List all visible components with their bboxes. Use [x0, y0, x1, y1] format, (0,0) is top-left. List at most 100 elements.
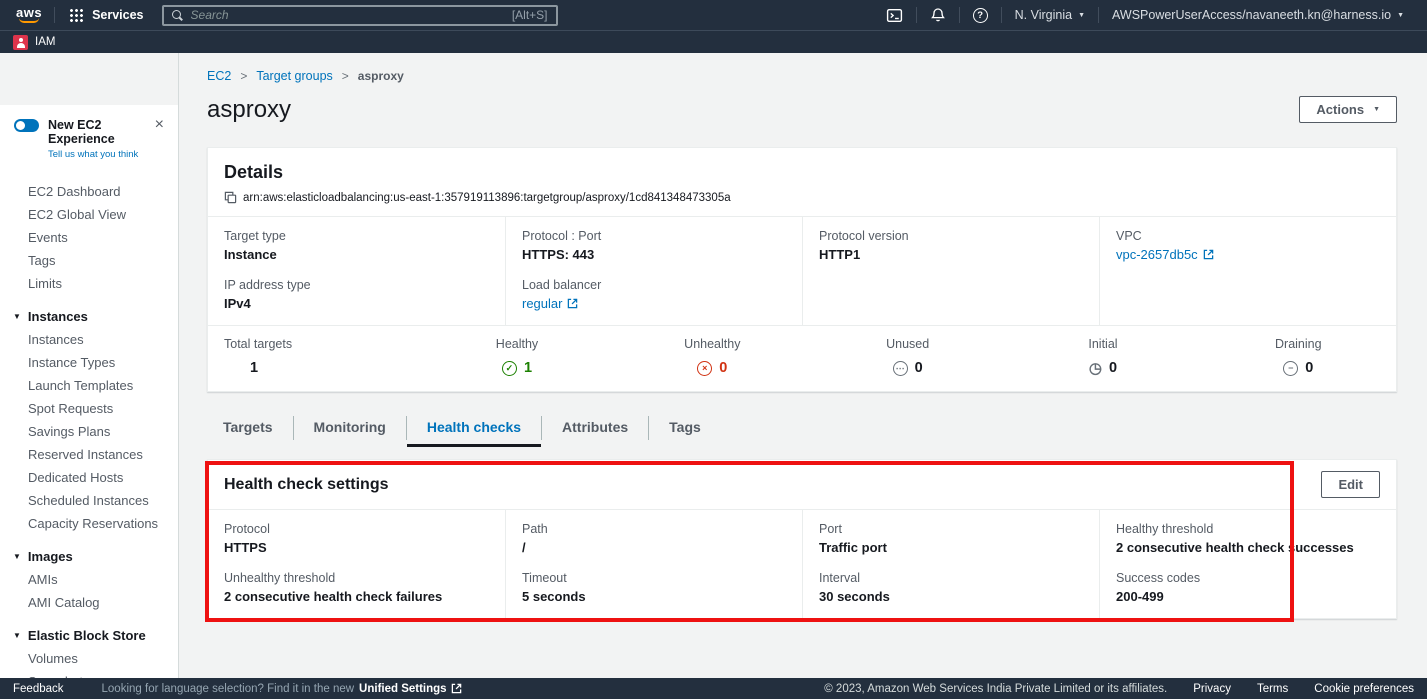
breadcrumb: EC2 > Target groups > asproxy [207, 69, 1397, 83]
tab-monitoring[interactable]: Monitoring [294, 409, 406, 447]
sidebar-item-ami-catalog[interactable]: AMI Catalog [0, 591, 178, 614]
search-input[interactable] [191, 8, 504, 22]
sidebar-item-spot-requests[interactable]: Spot Requests [0, 397, 178, 420]
field-value: IPv4 [224, 296, 489, 311]
field-label: Load balancer [522, 278, 786, 292]
field-label: Timeout [522, 571, 786, 585]
caret-down-icon: ▼ [13, 631, 21, 640]
favorites-bar: IAM [0, 30, 1427, 53]
copyright-text: © 2023, Amazon Web Services India Privat… [824, 683, 1167, 695]
field-label: Interval [819, 571, 1083, 585]
help-button[interactable]: ? [960, 8, 1001, 23]
sidebar-item-dedicated-hosts[interactable]: Dedicated Hosts [0, 466, 178, 489]
stat-label: Unhealthy [684, 337, 740, 351]
external-link-icon [1203, 249, 1214, 260]
feedback-button[interactable]: Feedback [13, 683, 64, 695]
unified-settings-link[interactable]: Unified Settings [359, 683, 462, 695]
sidebar-item-savings-plans[interactable]: Savings Plans [0, 420, 178, 443]
breadcrumb-target-groups[interactable]: Target groups [256, 69, 332, 83]
tab-bar: Targets Monitoring Health checks Attribu… [223, 409, 1397, 447]
stat-value: 1 [524, 360, 532, 376]
load-balancer-link[interactable]: regular [522, 296, 578, 311]
new-experience-toggle[interactable] [14, 119, 39, 132]
sidebar-item-volumes[interactable]: Volumes [0, 647, 178, 670]
stat-value: 0 [719, 360, 727, 376]
link-label: vpc-2657db5c [1116, 247, 1198, 262]
field-value: 200-499 [1116, 589, 1380, 604]
tab-tags[interactable]: Tags [649, 409, 721, 447]
sidebar-panel: New EC2 Experience Tell us what you thin… [0, 105, 178, 678]
sidebar-item-instance-types[interactable]: Instance Types [0, 351, 178, 374]
tab-health-checks[interactable]: Health checks [407, 409, 541, 447]
field-value: 5 seconds [522, 589, 786, 604]
field-label: Protocol [224, 522, 489, 536]
region-selector[interactable]: N. Virginia ▼ [1002, 8, 1098, 22]
cookie-preferences-link[interactable]: Cookie preferences [1314, 683, 1414, 695]
field-label: Target type [224, 229, 489, 243]
sidebar-item-events[interactable]: Events [0, 226, 178, 249]
privacy-link[interactable]: Privacy [1193, 683, 1231, 695]
unused-stat: Unused ⋯0 [810, 337, 1005, 376]
sidebar-item-tags[interactable]: Tags [0, 249, 178, 272]
sidebar-item-instances[interactable]: Instances [0, 328, 178, 351]
sidebar-item-launch-templates[interactable]: Launch Templates [0, 374, 178, 397]
feedback-link[interactable]: Tell us what you think [48, 149, 164, 160]
sidebar-item-capacity-reservations[interactable]: Capacity Reservations [0, 512, 178, 535]
field-value: / [522, 540, 786, 555]
search-shortcut: [Alt+S] [512, 8, 548, 22]
sidebar-item-ec2-global-view[interactable]: EC2 Global View [0, 203, 178, 226]
services-label: Services [92, 8, 143, 22]
breadcrumb-ec2[interactable]: EC2 [207, 69, 231, 83]
section-label: Elastic Block Store [28, 628, 146, 643]
stat-label: Draining [1275, 337, 1322, 351]
vpc-link[interactable]: vpc-2657db5c [1116, 247, 1214, 262]
edit-button[interactable]: Edit [1321, 471, 1380, 498]
sidebar-item-ec2-dashboard[interactable]: EC2 Dashboard [0, 180, 178, 203]
unhealthy-stat: Unhealthy ×0 [615, 337, 810, 376]
ec2-console: aws Services [Alt+S] ? [0, 0, 1427, 699]
sidebar-section-instances[interactable]: ▼ Instances [0, 305, 178, 328]
health-check-settings-card: Health check settings Edit Protocol HTTP… [207, 459, 1397, 619]
unused-pending-icon: ⋯ [893, 361, 908, 376]
healthy-check-icon: ✓ [502, 361, 517, 376]
field-label: Protocol version [819, 229, 1083, 243]
sidebar-item-reserved-instances[interactable]: Reserved Instances [0, 443, 178, 466]
sidebar-item-snapshots[interactable]: Snapshots [0, 670, 178, 678]
sidebar-section-images[interactable]: ▼ Images [0, 545, 178, 568]
health-check-grid: Protocol HTTPS Unhealthy threshold 2 con… [208, 509, 1396, 618]
stat-value: 1 [250, 360, 258, 376]
footer-bar: Feedback Looking for language selection?… [0, 678, 1427, 699]
close-icon[interactable]: × [155, 118, 164, 132]
unified-settings-label: Unified Settings [359, 683, 447, 695]
cloudshell-button[interactable] [873, 7, 916, 24]
field-value: HTTP1 [819, 247, 1083, 262]
stat-label: Unused [886, 337, 929, 351]
page-title: asproxy [207, 96, 291, 124]
tab-attributes[interactable]: Attributes [542, 409, 648, 447]
link-label: regular [522, 296, 562, 311]
sidebar-item-amis[interactable]: AMIs [0, 568, 178, 591]
stat-label: Initial [1088, 337, 1117, 351]
search-icon [172, 10, 183, 21]
favorite-iam-link[interactable]: IAM [35, 36, 55, 48]
stat-label: Healthy [496, 337, 538, 351]
tab-targets[interactable]: Targets [223, 409, 293, 447]
iam-service-icon [13, 35, 28, 50]
sidebar-item-limits[interactable]: Limits [0, 272, 178, 295]
aws-logo[interactable]: aws [10, 7, 54, 23]
notifications-button[interactable] [917, 7, 959, 23]
field-label: Protocol : Port [522, 229, 786, 243]
sidebar-section-elastic-block-store[interactable]: ▼ Elastic Block Store [0, 624, 178, 647]
copy-icon[interactable] [224, 191, 237, 204]
account-menu[interactable]: AWSPowerUserAccess/navaneeth.kn@harness.… [1099, 8, 1417, 22]
services-menu-button[interactable]: Services [55, 8, 157, 23]
draining-minus-icon: − [1283, 361, 1298, 376]
sidebar-item-scheduled-instances[interactable]: Scheduled Instances [0, 489, 178, 512]
terms-link[interactable]: Terms [1257, 683, 1288, 695]
target-group-arn: arn:aws:elasticloadbalancing:us-east-1:3… [243, 192, 731, 204]
section-label: Images [28, 549, 73, 564]
global-search[interactable]: [Alt+S] [162, 5, 558, 26]
actions-label: Actions [1316, 102, 1364, 117]
actions-button[interactable]: Actions ▼ [1299, 96, 1397, 123]
chevron-right-icon: > [240, 69, 247, 83]
